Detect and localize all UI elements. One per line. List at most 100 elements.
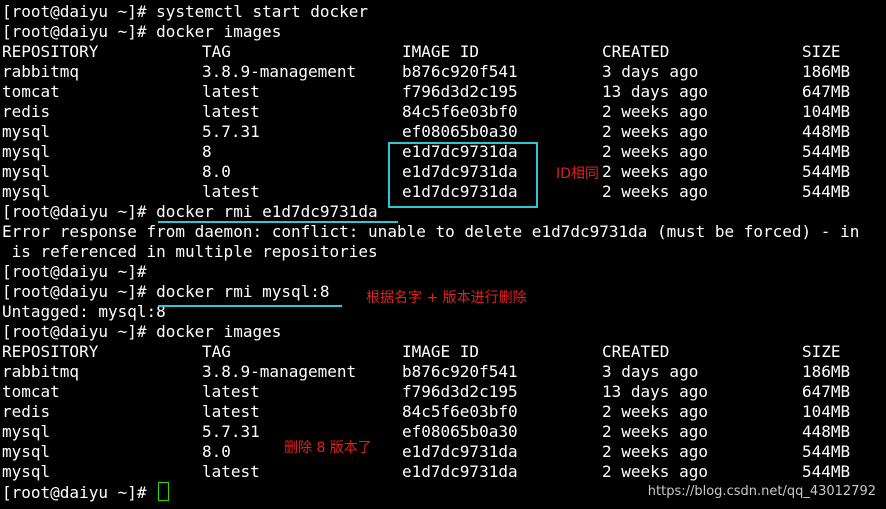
table-cell: TAG <box>202 342 231 361</box>
table-cell: rabbitmq <box>2 62 80 81</box>
table-cell: mysql <box>2 142 51 161</box>
prompt-line: [root@daiyu ~]# <box>2 262 156 282</box>
table-cell: 84c5f6e03bf0 <box>402 402 518 421</box>
prompt-line: [root@daiyu ~]# docker rmi e1d7dc9731da <box>2 202 378 222</box>
table-cell: 544MB <box>802 142 851 161</box>
table-cell: 104MB <box>802 402 851 421</box>
table-cell: IMAGE ID <box>402 342 480 361</box>
output-line: is referenced in multiple repositories <box>2 242 378 261</box>
delete-by-name-annotation: 根据名字 + 版本进行删除 <box>366 290 527 306</box>
csdn-watermark: https://blog.csdn.net/qq_43012792 <box>647 484 876 499</box>
table-cell: 2 weeks ago <box>602 422 708 441</box>
table-cell: 647MB <box>802 82 851 101</box>
table-cell: tomcat <box>2 82 60 101</box>
table-cell: 544MB <box>802 462 851 481</box>
table-cell: 8.0 <box>202 442 231 461</box>
shell-command: docker rmi e1d7dc9731da <box>156 202 378 221</box>
table-cell: 448MB <box>802 122 851 141</box>
table-cell: 2 weeks ago <box>602 442 708 461</box>
output-line: Error response from daemon: conflict: un… <box>2 222 860 241</box>
prompt-line: [root@daiyu ~]# systemctl start docker <box>2 2 368 22</box>
table-cell: redis <box>2 102 51 121</box>
table-cell: 2 weeks ago <box>602 402 708 421</box>
table-cell: mysql <box>2 462 51 481</box>
output-line: Untagged: mysql:8 <box>2 302 166 321</box>
table-cell: rabbitmq <box>2 362 80 381</box>
table-cell: 8 <box>202 142 212 161</box>
shell-prompt: [root@daiyu ~]# <box>2 262 157 281</box>
shell-command: docker images <box>156 22 282 41</box>
table-cell: f796d3d2c195 <box>402 382 518 401</box>
table-cell: latest <box>202 82 260 101</box>
table-cell: IMAGE ID <box>402 42 480 61</box>
table-cell: redis <box>2 402 51 421</box>
table-cell: 84c5f6e03bf0 <box>402 102 518 121</box>
shell-prompt: [root@daiyu ~]# <box>2 22 157 41</box>
table-cell: mysql <box>2 442 51 461</box>
prompt-line: [root@daiyu ~]# docker images <box>2 22 281 42</box>
same-id-highlight-box <box>388 142 538 208</box>
table-cell: 8.0 <box>202 162 231 181</box>
deleted-8-annotation: 删除 8 版本了 <box>284 440 372 456</box>
table-cell: 448MB <box>802 422 851 441</box>
table-cell: 3 days ago <box>602 362 699 381</box>
table-cell: 544MB <box>802 442 851 461</box>
rmi-tag-command-underline <box>158 305 342 307</box>
table-cell: ef08065b0a30 <box>402 422 518 441</box>
shell-prompt: [root@daiyu ~]# <box>2 202 157 221</box>
table-cell: 104MB <box>802 102 851 121</box>
table-cell: 647MB <box>802 382 851 401</box>
table-cell: mysql <box>2 162 51 181</box>
table-cell: 13 days ago <box>602 382 708 401</box>
table-cell: latest <box>202 182 260 201</box>
table-cell: 5.7.31 <box>202 422 260 441</box>
table-cell: latest <box>202 102 260 121</box>
same-id-annotation: ID相同 <box>556 166 599 182</box>
shell-prompt: [root@daiyu ~]# <box>2 2 157 21</box>
table-cell: SIZE <box>802 342 841 361</box>
table-cell: 544MB <box>802 182 851 201</box>
text-cursor[interactable] <box>158 482 170 501</box>
table-cell: e1d7dc9731da <box>402 442 518 461</box>
shell-prompt: [root@daiyu ~]# <box>2 322 157 341</box>
table-cell: 13 days ago <box>602 82 708 101</box>
shell-command: docker images <box>156 322 282 341</box>
table-cell: 3 days ago <box>602 62 699 81</box>
shell-prompt: [root@daiyu ~]# <box>2 483 157 502</box>
prompt-line: [root@daiyu ~]# docker images <box>2 322 281 342</box>
table-cell: f796d3d2c195 <box>402 82 518 101</box>
table-cell: latest <box>202 462 260 481</box>
table-cell: 3.8.9-management <box>202 362 357 381</box>
table-cell: SIZE <box>802 42 841 61</box>
table-cell: 186MB <box>802 362 851 381</box>
table-cell: CREATED <box>602 42 670 61</box>
table-cell: mysql <box>2 422 51 441</box>
rmi-id-command-underline <box>158 221 398 223</box>
table-cell: e1d7dc9731da <box>402 462 518 481</box>
table-cell: 2 weeks ago <box>602 102 708 121</box>
table-cell: CREATED <box>602 342 670 361</box>
table-cell: 186MB <box>802 62 851 81</box>
table-cell: REPOSITORY <box>2 342 99 361</box>
table-cell: 2 weeks ago <box>602 462 708 481</box>
table-cell: ef08065b0a30 <box>402 122 518 141</box>
table-cell: tomcat <box>2 382 60 401</box>
table-cell: 544MB <box>802 162 851 181</box>
table-cell: 2 weeks ago <box>602 182 708 201</box>
table-cell: latest <box>202 382 260 401</box>
table-cell: REPOSITORY <box>2 42 99 61</box>
shell-command: systemctl start docker <box>156 2 369 21</box>
table-cell: latest <box>202 402 260 421</box>
table-cell: 5.7.31 <box>202 122 260 141</box>
table-cell: 3.8.9-management <box>202 62 357 81</box>
prompt-line: [root@daiyu ~]# docker rmi mysql:8 <box>2 282 330 302</box>
table-cell: 2 weeks ago <box>602 142 708 161</box>
table-cell: b876c920f541 <box>402 62 518 81</box>
table-cell: 2 weeks ago <box>602 122 708 141</box>
table-cell: mysql <box>2 122 51 141</box>
shell-command: docker rmi mysql:8 <box>156 282 330 301</box>
table-cell: TAG <box>202 42 231 61</box>
prompt-line: [root@daiyu ~]# <box>2 482 170 502</box>
table-cell: b876c920f541 <box>402 362 518 381</box>
table-cell: mysql <box>2 182 51 201</box>
